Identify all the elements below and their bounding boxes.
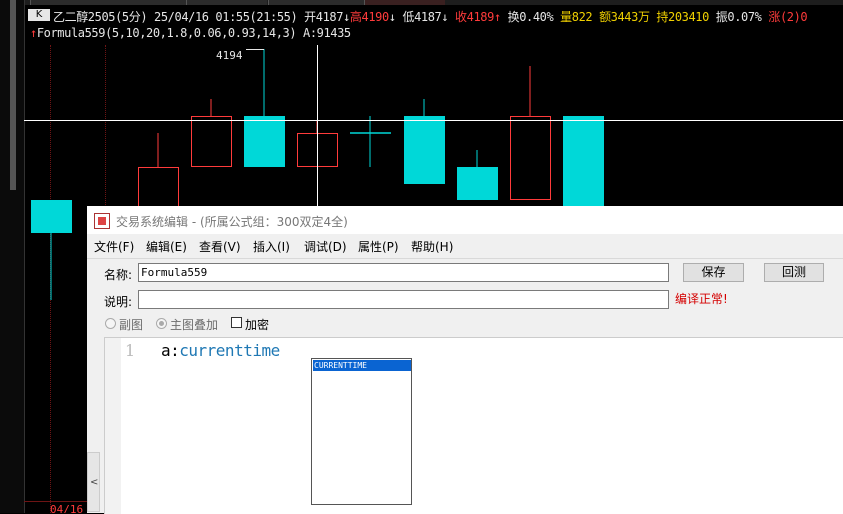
- kline-type-button[interactable]: K: [28, 9, 50, 21]
- candle-down: [457, 167, 498, 200]
- candle-up: [191, 116, 232, 167]
- menu-bar: 文件(F) 编辑(E) 查看(V) 插入(I) 调试(D) 属性(P) 帮助(H…: [87, 234, 843, 258]
- menu-edit[interactable]: 编辑(E): [146, 238, 187, 255]
- compile-status: 编译正常!: [675, 292, 728, 306]
- name-label: 名称:: [104, 268, 133, 282]
- arrow-down-icon: ↓: [343, 10, 350, 24]
- encrypt-label: 加密: [245, 318, 270, 332]
- code-function: currenttime: [179, 341, 280, 360]
- sub-chart-label: 副图: [119, 318, 144, 332]
- menu-file[interactable]: 文件(F): [94, 238, 134, 255]
- volume-value: 量822: [560, 10, 593, 24]
- candle-down: [404, 116, 445, 184]
- save-button[interactable]: 保存: [683, 263, 744, 282]
- menu-insert[interactable]: 插入(I): [253, 238, 290, 255]
- open-value: 开4187: [304, 10, 344, 24]
- time-axis-date: 04/16: [50, 503, 84, 513]
- formula-text: Formula559(5,10,20,1.8,0.06,0.93,14,3) A…: [36, 26, 351, 40]
- max-price-leader: [246, 49, 264, 58]
- quote-header: 乙二醇2505(5分) 25/04/16 01:55(21:55) 开4187↓…: [53, 9, 808, 25]
- line-number: 1: [125, 341, 136, 360]
- menu-view[interactable]: 查看(V): [199, 238, 241, 255]
- position-value: 持203410: [656, 10, 709, 24]
- editor-scroll-left[interactable]: <: [87, 452, 100, 512]
- menu-properties[interactable]: 属性(P): [358, 238, 399, 255]
- formula-indicator-line: ↑Formula559(5,10,20,1.8,0.06,0.93,14,3) …: [30, 26, 351, 41]
- editor-gutter: [105, 338, 121, 514]
- crosshair-vertical: [317, 45, 318, 225]
- dialog-title: 交易系统编辑 - (所属公式组：300双定4全): [116, 215, 348, 229]
- amplitude-value: 振0.07%: [715, 10, 762, 24]
- max-price-label: 4194: [216, 49, 243, 62]
- low-value: 低4187: [402, 10, 442, 24]
- code-editor[interactable]: 1 a:currenttime CURRENTTIME: [104, 337, 843, 514]
- arrow-down-icon: ↓: [441, 10, 449, 24]
- main-overlay-label: 主图叠加: [170, 318, 219, 332]
- menu-debug[interactable]: 调试(D): [304, 238, 347, 255]
- high-value: 高4190: [349, 10, 389, 24]
- autocomplete-popup[interactable]: CURRENTTIME: [311, 358, 412, 505]
- close-value: 收4189: [455, 10, 494, 24]
- sub-chart-radio[interactable]: [105, 318, 116, 329]
- description-label: 说明:: [104, 295, 133, 309]
- main-overlay-radio[interactable]: [156, 318, 167, 329]
- symbol-period: 乙二醇2505(5分): [53, 10, 148, 24]
- candle-up: [510, 116, 551, 200]
- amount-value: 额3443万: [599, 10, 650, 24]
- arrow-up-icon: ↑: [30, 26, 37, 40]
- backtest-button[interactable]: 回测: [764, 263, 824, 282]
- change-value: 涨(2)0: [768, 10, 808, 24]
- candle-down: [563, 116, 604, 211]
- trading-system-editor-dialog[interactable]: 交易系统编辑 - (所属公式组：300双定4全) 文件(F) 编辑(E) 查看(…: [87, 206, 843, 514]
- crosshair-horizontal: [24, 120, 843, 121]
- dialog-title-bar[interactable]: 交易系统编辑 - (所属公式组：300双定4全): [87, 206, 843, 234]
- arrow-down-icon: ↓: [388, 10, 396, 24]
- code-line[interactable]: a:currenttime: [161, 341, 280, 360]
- turnover-value: 换0.40%: [507, 10, 554, 24]
- menu-separator: [87, 258, 843, 259]
- name-input[interactable]: Formula559: [138, 263, 669, 282]
- formula-editor-icon: [94, 213, 110, 229]
- chevron-left-icon: <: [90, 477, 99, 488]
- code-identifier: a:: [161, 341, 180, 360]
- encrypt-checkbox[interactable]: [231, 317, 242, 328]
- description-input[interactable]: [138, 290, 669, 309]
- datetime: 25/04/16 01:55(21:55): [154, 10, 298, 24]
- arrow-up-icon: ↑: [493, 10, 501, 24]
- menu-help[interactable]: 帮助(H): [411, 238, 453, 255]
- autocomplete-item[interactable]: CURRENTTIME: [313, 360, 411, 371]
- candle-down: [244, 116, 285, 167]
- candle-down: [31, 200, 72, 233]
